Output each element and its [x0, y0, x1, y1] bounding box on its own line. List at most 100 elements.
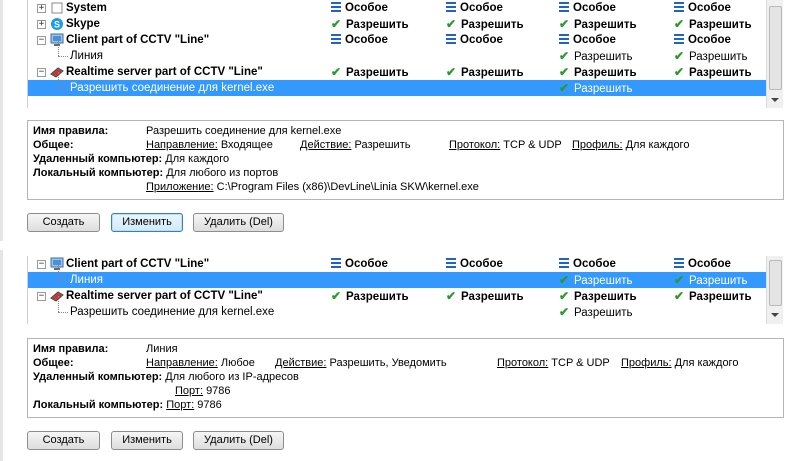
direction-value: Любое	[220, 357, 255, 369]
expand-toggle-icon[interactable]: +	[37, 20, 46, 29]
protocol-label[interactable]: Протокол:	[449, 139, 500, 151]
rule-cell[interactable]: Особое	[331, 256, 388, 272]
direction-label[interactable]: Направление:	[146, 139, 218, 151]
rule-cell[interactable]: ✔ Разрешить	[559, 288, 637, 305]
tree-row[interactable]: − Client part of CCTV "Line" Особое Особое О…	[28, 32, 768, 48]
custom-icon	[559, 256, 573, 272]
custom-icon	[674, 0, 688, 16]
rule-cell[interactable]: Особое	[446, 0, 503, 16]
check-icon: ✔	[331, 289, 342, 303]
tree-row[interactable]: − Realtime server part of CCTV "Line" ✔ Раз…	[28, 64, 768, 80]
local-port-label[interactable]: Порт:	[166, 399, 194, 411]
tree-row[interactable]: Линия ✔ Разрешить ✔ Разрешить	[28, 264, 768, 289]
scroll-down-arrow-icon[interactable]	[771, 313, 779, 317]
tree-row[interactable]: Линия ✔ Разрешить ✔ Разрешить	[28, 40, 768, 65]
tree-connector	[58, 280, 68, 281]
check-icon: ✔	[674, 289, 685, 303]
rule-cell[interactable]: ✔ Разрешить	[674, 48, 748, 65]
rule-cell[interactable]: ✔ Разрешить	[331, 64, 409, 81]
tree-row[interactable]: − Realtime server part of CCTV "Line" ✔ Раз…	[28, 288, 768, 304]
rule-cell[interactable]: Особое	[331, 32, 388, 48]
edit-button[interactable]: Изменить	[111, 213, 183, 232]
rule-name-value: Линия	[146, 343, 178, 355]
edit-button[interactable]: Изменить	[111, 431, 183, 450]
check-icon: ✔	[331, 17, 342, 31]
protocol-value: TCP & UDP	[503, 139, 562, 151]
rule-name-value: Разрешить соединение для kernel.exe	[146, 125, 342, 137]
custom-icon	[559, 0, 573, 16]
rule-cell[interactable]: ✔ Разрешить	[559, 304, 633, 321]
local-label: Локальный компьютер:	[33, 167, 164, 179]
collapse-toggle-icon[interactable]: −	[37, 292, 46, 301]
system-icon	[50, 1, 64, 15]
create-button[interactable]: Создать	[27, 431, 100, 450]
rule-cell[interactable]: Особое	[674, 256, 731, 272]
custom-icon	[331, 32, 345, 48]
profile-label[interactable]: Профиль:	[572, 139, 623, 151]
rules-tree-2[interactable]: − Client part of CCTV "Line" Особое Особое О…	[27, 256, 783, 324]
rule-cell[interactable]: Особое	[559, 0, 616, 16]
rule-cell[interactable]: Особое	[559, 256, 616, 272]
tree-connector	[58, 56, 68, 57]
server-icon	[50, 289, 64, 303]
rule-cell[interactable]: Особое	[446, 256, 503, 272]
application-label[interactable]: Приложение:	[146, 181, 214, 193]
rule-cell[interactable]: Особое	[331, 0, 388, 16]
rule-name-label: Имя правила:	[33, 125, 109, 137]
remote-port-label[interactable]: Порт:	[175, 385, 203, 397]
rule-cell[interactable]: ✔ Разрешить	[559, 64, 637, 81]
protocol-label[interactable]: Протокол:	[497, 357, 548, 369]
tree-row[interactable]: Разрешить соединение для kernel.exe ✔ Разр…	[28, 296, 768, 321]
tree-connector	[58, 88, 68, 89]
direction-label[interactable]: Направление:	[146, 357, 218, 369]
general-label: Общее:	[33, 139, 74, 151]
rule-cell[interactable]: ✔ Разрешить	[331, 288, 409, 305]
rule-cell[interactable]: ✔ Разрешить	[674, 16, 752, 33]
check-icon: ✔	[674, 49, 685, 63]
rule-cell[interactable]: ✔ Разрешить	[674, 288, 752, 305]
rule-cell[interactable]: ✔ Разрешить	[559, 80, 633, 97]
create-button[interactable]: Создать	[27, 213, 100, 232]
remote-port-value: 9786	[206, 385, 231, 397]
rule-cell[interactable]: ✔ Разрешить	[446, 64, 524, 81]
rule-cell[interactable]: Особое	[559, 32, 616, 48]
rule-cell[interactable]: ✔ Разрешить	[674, 272, 748, 289]
check-icon: ✔	[559, 305, 570, 319]
rule-cell[interactable]: ✔ Разрешить	[446, 288, 524, 305]
rule-cell[interactable]: Особое	[674, 32, 731, 48]
tree-row[interactable]: + S Skype ✔ Разрешить ✔ Разрешить ✔ Разрешить ✔ Ра…	[28, 16, 768, 32]
collapse-toggle-icon[interactable]: −	[37, 36, 46, 45]
collapse-toggle-icon[interactable]: −	[37, 260, 46, 269]
expand-toggle-icon[interactable]: +	[37, 4, 46, 13]
collapse-toggle-icon[interactable]: −	[37, 68, 46, 77]
rule-cell[interactable]: ✔ Разрешить	[331, 16, 409, 33]
scroll-down-arrow-icon[interactable]	[771, 98, 779, 102]
custom-icon	[674, 256, 688, 272]
scroll-thumb[interactable]	[769, 6, 782, 90]
scroll-thumb[interactable]	[769, 260, 782, 306]
tree-row[interactable]: Разрешить соединение для kernel.exe ✔ Разр…	[28, 72, 768, 97]
rule-cell[interactable]: ✔ Разрешить	[559, 16, 637, 33]
rule-cell[interactable]: ✔ Разрешить	[674, 64, 752, 81]
profile-label[interactable]: Профиль:	[621, 357, 672, 369]
rules-tree-1[interactable]: + System Особое Особое Особое Особое + S Skype ✔ Р…	[27, 0, 783, 108]
remote-label: Удаленный компьютер:	[33, 371, 163, 383]
general-label: Общее:	[33, 357, 74, 369]
tree-scrollbar-1[interactable]	[766, 0, 783, 108]
rule-cell[interactable]: ✔ Разрешить	[559, 272, 633, 289]
delete-button[interactable]: Удалить (Del)	[193, 431, 284, 450]
tree-row[interactable]: − Client part of CCTV "Line" Особое Особое О…	[28, 256, 768, 272]
delete-button[interactable]: Удалить (Del)	[193, 213, 284, 232]
remote-value: Для каждого	[165, 153, 230, 165]
local-label: Локальный компьютер:	[33, 399, 164, 411]
action-value: Разрешить, Уведомить	[329, 357, 447, 369]
tree-scrollbar-2[interactable]	[766, 256, 783, 324]
rule-cell[interactable]: ✔ Разрешить	[446, 16, 524, 33]
custom-icon	[446, 0, 460, 16]
tree-row[interactable]: + System Особое Особое Особое Особое	[28, 0, 768, 16]
action-label[interactable]: Действие:	[300, 139, 351, 151]
rule-cell[interactable]: ✔ Разрешить	[559, 48, 633, 65]
action-label[interactable]: Действие:	[275, 357, 326, 369]
rule-cell[interactable]: Особое	[446, 32, 503, 48]
rule-cell[interactable]: Особое	[674, 0, 731, 16]
